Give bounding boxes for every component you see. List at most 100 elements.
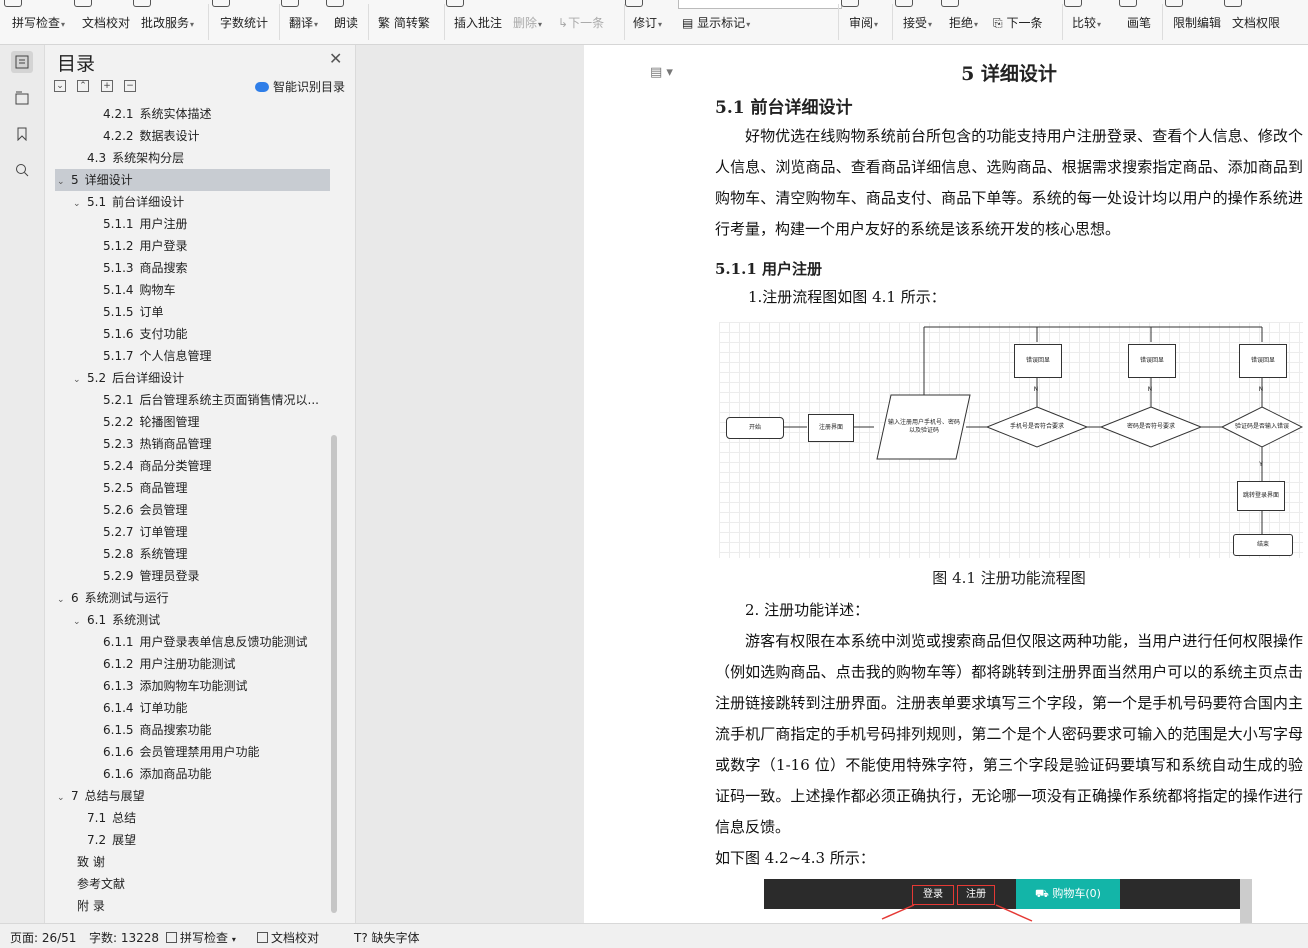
toc-item[interactable]: ⌄ 7 总结与展望: [55, 785, 355, 809]
toc-item[interactable]: 7.2 展望: [55, 829, 355, 851]
toc-item[interactable]: ⌄ 5.2 后台详细设计: [55, 367, 355, 391]
toc-item[interactable]: 5.2.9 管理员登录: [55, 565, 355, 587]
expand-toggle-icon[interactable]: ⌄: [57, 589, 71, 611]
toc-item[interactable]: 7.1 总结: [55, 807, 355, 829]
toc-scrollbar[interactable]: [331, 435, 337, 913]
ribbon-separator: [444, 4, 445, 40]
toc-item-label: 系统测试与运行: [84, 591, 169, 605]
toc-item[interactable]: 6.1.4 订单功能: [55, 697, 355, 719]
expand-up-icon[interactable]: ⌃: [77, 80, 89, 92]
expand-toggle-icon[interactable]: ⌄: [73, 369, 87, 391]
toc-item[interactable]: 5.1.5 订单: [55, 301, 355, 323]
flow-error-password: 错误回显: [1128, 344, 1176, 378]
toc-item[interactable]: 6.1.2 用户注册功能测试: [55, 653, 355, 675]
toc-item[interactable]: 5.1.4 购物车: [55, 279, 355, 301]
toc-item[interactable]: 6.1.6 添加商品功能: [55, 763, 355, 785]
toc-item-label: 管理员登录: [139, 569, 200, 583]
toc-item[interactable]: 5.2.4 商品分类管理: [55, 455, 355, 477]
toc-item[interactable]: 5.1.6 支付功能: [55, 323, 355, 345]
toc-item[interactable]: 5.1.1 用户注册: [55, 213, 355, 235]
status-missing-font[interactable]: T? 缺失字体: [354, 929, 420, 946]
toc-item[interactable]: 5.2.6 会员管理: [55, 499, 355, 521]
flow-error-code: 错误回显: [1239, 344, 1287, 378]
toc-item[interactable]: 5.2.3 热销商品管理: [55, 433, 355, 455]
toc-item-number: 4.3: [87, 151, 107, 165]
chapter-panel-button[interactable]: [11, 87, 33, 109]
toc-item-label: 展望: [112, 833, 137, 847]
toc-item-label: 总结: [112, 811, 137, 825]
toc-item-number: 6.1: [87, 613, 107, 627]
toc-item[interactable]: 5.2.5 商品管理: [55, 477, 355, 499]
registration-flowchart: 开始 注册界面 输入注册用户手机号、密码以及验证码 手机号是否符合要求 密码是否…: [719, 322, 1303, 558]
toc-item[interactable]: 6.1.6 会员管理禁用用户功能: [55, 741, 355, 763]
collapse-all-icon[interactable]: ⌄: [54, 80, 66, 92]
toc-item-number: 5.2.3: [103, 437, 134, 451]
robot-icon: [255, 82, 269, 92]
expand-toggle-icon[interactable]: ⌄: [73, 611, 87, 633]
toc-item[interactable]: 4.2.1 系统实体描述: [55, 103, 355, 125]
toc-item-label: 详细设计: [84, 173, 133, 187]
toc-item[interactable]: ⌄ 6.1 系统测试: [55, 609, 355, 633]
toc-item[interactable]: 致 谢: [55, 851, 355, 873]
restrict-icon: [1165, 0, 1183, 7]
expand-toggle-icon[interactable]: ⌄: [73, 193, 87, 215]
toc-item[interactable]: 5.2.7 订单管理: [55, 521, 355, 543]
toc-item[interactable]: ⌄ 5.1 前台详细设计: [55, 191, 355, 215]
flow-n-label: N: [1147, 386, 1153, 393]
toc-item-label: 热销商品管理: [139, 437, 212, 451]
smart-toc-button[interactable]: 智能识别目录: [255, 78, 345, 95]
toc-item[interactable]: 附 录: [55, 895, 355, 917]
page-indicator[interactable]: 页面: 26/51: [10, 929, 76, 946]
flow-start: 开始: [726, 417, 784, 439]
chapter-title: 5 详细设计: [961, 63, 1057, 85]
simp-trad-icon: 繁: [378, 16, 391, 30]
toc-item-number: 5.2: [87, 371, 107, 385]
toc-item[interactable]: 5.2.1 后台管理系统主页面销售情况以...: [55, 389, 355, 411]
toc-panel-button[interactable]: [11, 51, 33, 73]
toc-item[interactable]: 5.2.2 轮播图管理: [55, 411, 355, 433]
toc-icon: [15, 55, 29, 69]
toc-item-label: 商品搜索功能: [139, 723, 212, 737]
word-count-indicator[interactable]: 字数: 13228: [89, 929, 159, 946]
toc-item-number: 6.1.2: [103, 657, 134, 671]
status-doc-proof[interactable]: 文档校对: [257, 929, 319, 946]
proof-icon: [74, 0, 92, 7]
toc-item-label: 商品管理: [139, 481, 188, 495]
next-arrow-icon: ↳: [558, 16, 569, 30]
toc-item[interactable]: 5.2.8 系统管理: [55, 543, 355, 565]
toc-item[interactable]: 6.1.5 商品搜索功能: [55, 719, 355, 741]
toc-item[interactable]: 6.1.1 用户登录表单信息反馈功能测试: [55, 631, 355, 653]
toc-item[interactable]: 5.1.2 用户登录: [55, 235, 355, 257]
bookmark-panel-button[interactable]: [11, 123, 33, 145]
toc-item-label: 会员管理: [139, 503, 188, 517]
toc-item[interactable]: 6.1.3 添加购物车功能测试: [55, 675, 355, 697]
document-options-icon[interactable]: ▤ ▾: [650, 65, 673, 80]
toc-item[interactable]: 4.3 系统架构分层: [55, 147, 355, 169]
toc-item[interactable]: 5.1.7 个人信息管理: [55, 345, 355, 367]
add-heading-icon[interactable]: +: [101, 80, 113, 92]
comment-icon: [446, 0, 464, 7]
markup-mode-select[interactable]: [678, 0, 842, 9]
status-spell-check[interactable]: 拼写检查 ▾: [166, 929, 236, 946]
annotation-arrows: [881, 904, 1033, 922]
remove-heading-icon[interactable]: −: [124, 80, 136, 92]
expand-toggle-icon[interactable]: ⌄: [57, 787, 71, 809]
toc-item-number: 5.2.1: [103, 393, 134, 407]
toc-item-label: 后台管理系统主页面销售情况以...: [139, 393, 319, 407]
toc-item[interactable]: ⌄ 5 详细设计: [55, 169, 330, 191]
toc-item[interactable]: 4.2.2 数据表设计: [55, 125, 355, 147]
toc-item-number: 5.2.8: [103, 547, 134, 561]
toc-item-label: 总结与展望: [84, 789, 145, 803]
toc-item-number: 6: [71, 591, 79, 605]
step-two-text: 2. 注册功能详述：: [745, 601, 870, 619]
toc-item[interactable]: 参考文献: [55, 873, 355, 895]
toc-item-label: 会员管理禁用用户功能: [139, 745, 260, 759]
ribbon-separator: [368, 4, 369, 40]
search-panel-button[interactable]: [11, 159, 33, 181]
toc-item-number: 6.1.1: [103, 635, 134, 649]
flow-y-label: Y: [1259, 461, 1263, 468]
toc-item[interactable]: ⌄ 6 系统测试与运行: [55, 587, 355, 611]
expand-toggle-icon[interactable]: ⌄: [57, 171, 71, 193]
toc-item[interactable]: 5.1.3 商品搜索: [55, 257, 355, 279]
close-icon[interactable]: ✕: [329, 49, 342, 68]
